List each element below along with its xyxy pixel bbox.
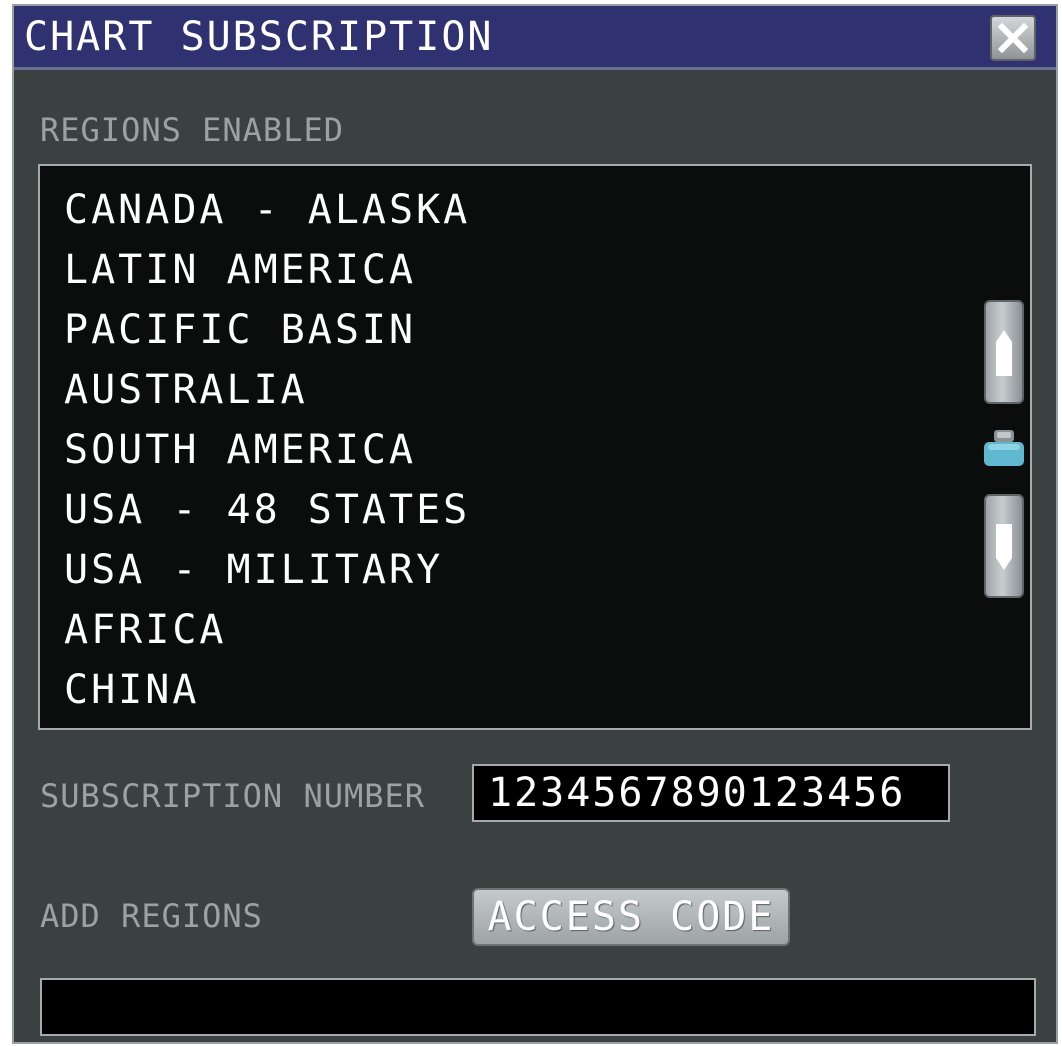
scroll-thumb-icon [984, 430, 1024, 466]
window-title: CHART SUBSCRIPTION [24, 14, 494, 60]
scroll-up-button[interactable] [984, 300, 1024, 404]
region-item-china[interactable]: CHINA [64, 660, 470, 720]
subscription-number-field: 1234567890123456 [472, 764, 950, 822]
regions-enabled-label: REGIONS ENABLED [40, 111, 344, 149]
region-item-africa[interactable]: AFRICA [64, 600, 470, 660]
add-regions-label: ADD REGIONS [40, 897, 263, 935]
chart-subscription-dialog: CHART SUBSCRIPTION REGIONS ENABLED CANAD… [12, 4, 1058, 1044]
region-item-canada-alaska[interactable]: CANADA - ALASKA [64, 180, 470, 240]
regions-enabled-list[interactable]: CANADA - ALASKA LATIN AMERICA PACIFIC BA… [38, 164, 1032, 730]
access-code-button[interactable]: ACCESS CODE [472, 888, 790, 946]
arrow-up-icon [996, 330, 1012, 376]
region-item-latin-america[interactable]: LATIN AMERICA [64, 240, 470, 300]
subscription-number-label: SUBSCRIPTION NUMBER [40, 777, 426, 815]
region-item-australia[interactable]: AUSTRALIA [64, 360, 470, 420]
scroll-down-button[interactable] [984, 494, 1024, 598]
region-item-pacific-basin[interactable]: PACIFIC BASIN [64, 300, 470, 360]
region-item-usa-military[interactable]: USA - MILITARY [64, 540, 470, 600]
region-item-south-america[interactable]: SOUTH AMERICA [64, 420, 470, 480]
scroll-thumb[interactable] [984, 430, 1024, 466]
region-item-usa-48-states[interactable]: USA - 48 STATES [64, 480, 470, 540]
arrow-down-icon [996, 524, 1012, 570]
title-bar: CHART SUBSCRIPTION [14, 6, 1056, 70]
close-button[interactable] [990, 15, 1036, 61]
close-x-icon [998, 23, 1028, 53]
region-items: CANADA - ALASKA LATIN AMERICA PACIFIC BA… [64, 180, 470, 720]
access-code-input[interactable] [40, 978, 1036, 1036]
